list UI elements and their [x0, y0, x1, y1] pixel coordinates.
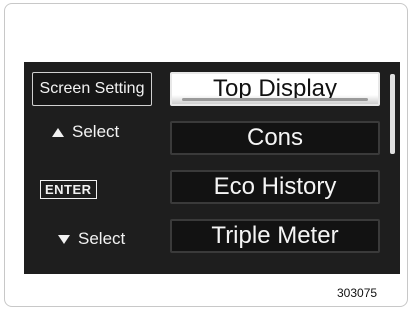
triangle-up-icon — [52, 127, 64, 137]
menu-item-label: Eco History — [213, 173, 337, 200]
enter-button[interactable]: ENTER — [40, 180, 97, 199]
menu-item-top-display[interactable]: Top Display — [170, 72, 380, 106]
figure-number: 303075 — [337, 286, 378, 300]
select-down-label: Select — [78, 229, 126, 248]
menu-item-cons[interactable]: Cons — [170, 121, 380, 155]
select-up-label: Select — [72, 122, 120, 141]
menu-item-label: Triple Meter — [211, 222, 339, 249]
triangle-down-icon — [58, 234, 70, 244]
menu-item-triple-meter[interactable]: Triple Meter — [170, 219, 380, 253]
figure-frame: Screen Setting Select ENTER Select Top D… — [4, 3, 408, 307]
menu-item-label: Top Display — [212, 75, 338, 102]
select-down-control[interactable]: Select — [58, 229, 125, 249]
display-screen: Screen Setting Select ENTER Select Top D… — [24, 62, 400, 274]
menu-item-eco-history[interactable]: Eco History — [170, 170, 380, 204]
scrollbar[interactable] — [390, 74, 395, 154]
select-up-control[interactable]: Select — [52, 122, 119, 142]
enter-label: ENTER — [45, 182, 92, 197]
screen-setting-label: Screen Setting — [32, 72, 152, 106]
menu-item-label: Cons — [246, 124, 304, 151]
screen-setting-text: Screen Setting — [39, 80, 145, 97]
